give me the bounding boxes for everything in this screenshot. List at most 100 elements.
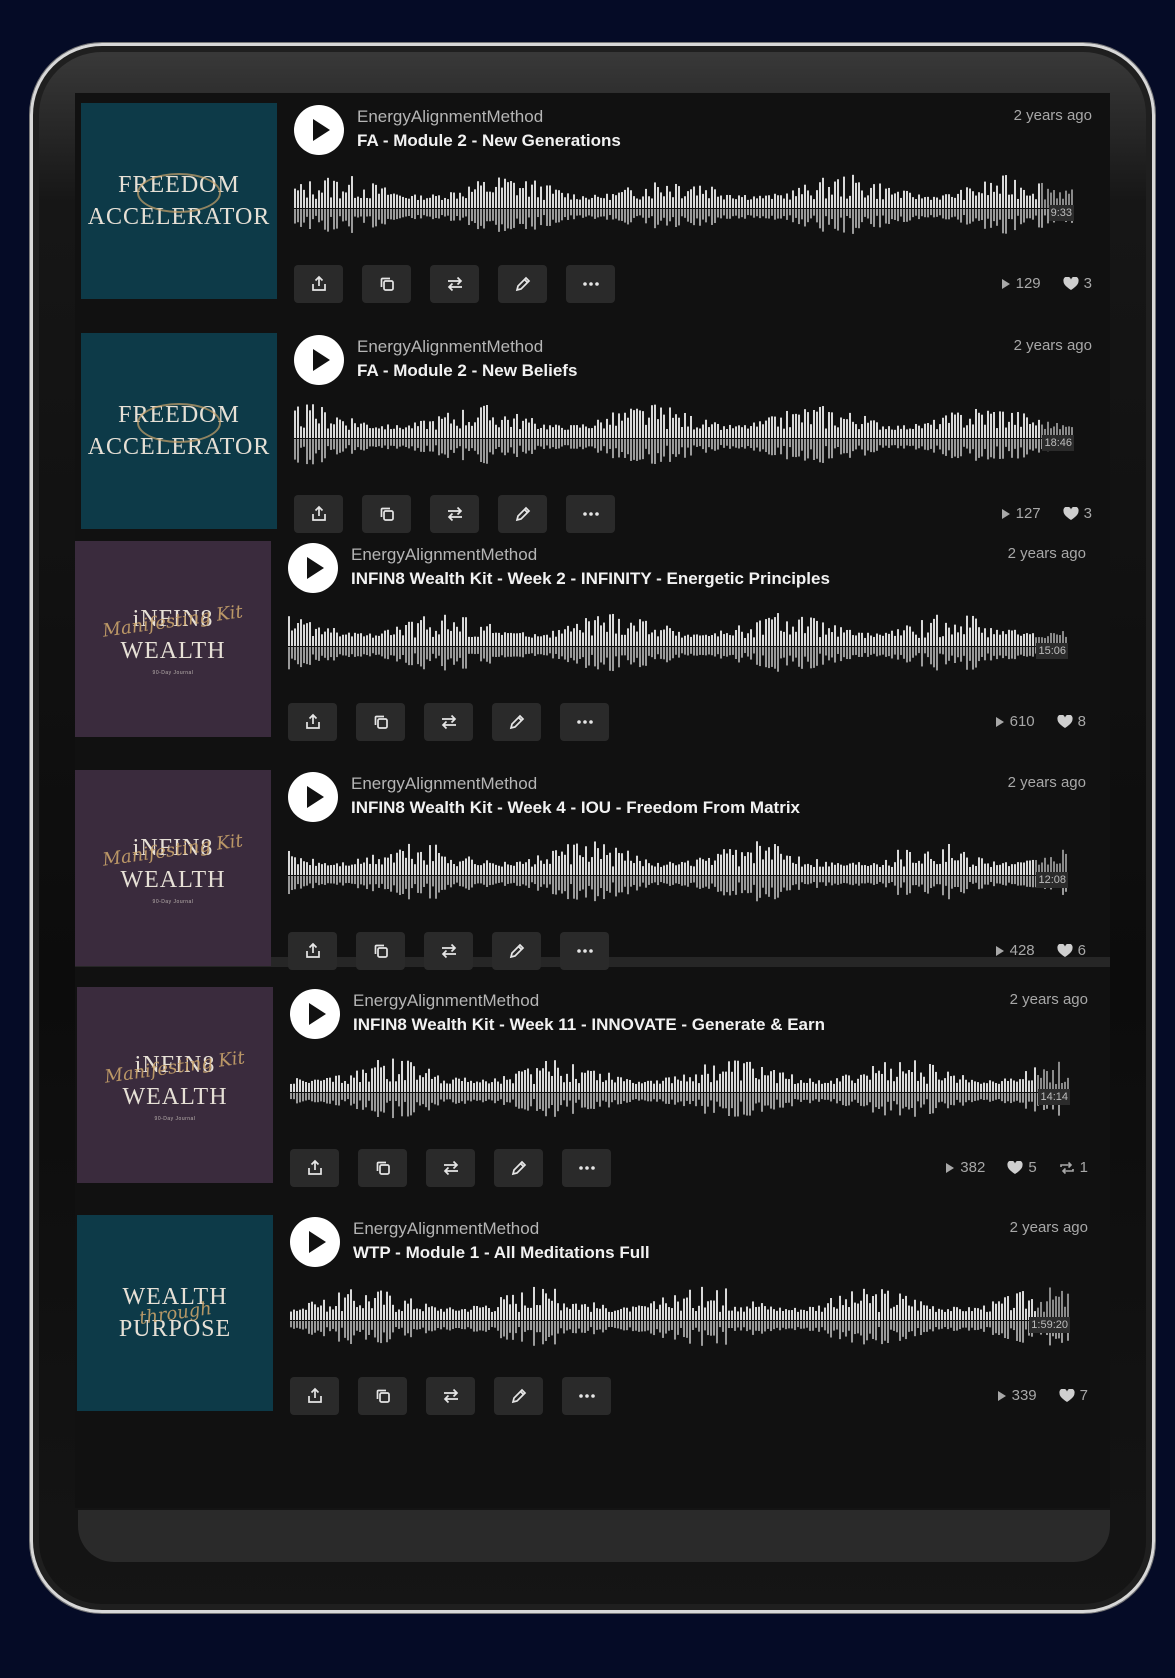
- track-stats: 339 7: [997, 1387, 1088, 1404]
- track-artwork[interactable]: Manifesting Kit iNFIN8 WEALTH 90-Day Jou…: [75, 541, 271, 737]
- copy-button[interactable]: [358, 1149, 407, 1187]
- copy-icon: [376, 1161, 390, 1175]
- repost-button[interactable]: [430, 495, 479, 533]
- play-button[interactable]: [288, 543, 338, 593]
- play-icon: [307, 786, 324, 808]
- copy-button[interactable]: [356, 703, 405, 741]
- track-actions: [288, 703, 609, 741]
- waveform[interactable]: [294, 173, 1074, 243]
- share-icon: [305, 942, 320, 958]
- waveform[interactable]: [290, 1285, 1070, 1355]
- track-title[interactable]: INFIN8 Wealth Kit - Week 11 - INNOVATE -…: [353, 1015, 825, 1035]
- track-title[interactable]: INFIN8 Wealth Kit - Week 2 - INFINITY - …: [351, 569, 830, 589]
- track-age: 2 years ago: [1007, 774, 1086, 791]
- play-count: 129: [1001, 275, 1041, 292]
- track-artist[interactable]: EnergyAlignmentMethod: [353, 1219, 539, 1239]
- track-artwork[interactable]: FREEDOM ACCELERATOR: [81, 333, 277, 529]
- track-title[interactable]: WTP - Module 1 - All Meditations Full: [353, 1243, 650, 1263]
- play-button[interactable]: [294, 105, 344, 155]
- copy-icon: [374, 715, 388, 729]
- edit-button[interactable]: [494, 1149, 543, 1187]
- track-artist[interactable]: EnergyAlignmentMethod: [357, 337, 543, 357]
- track-title[interactable]: FA - Module 2 - New Beliefs: [357, 361, 577, 381]
- repost-button[interactable]: [424, 932, 473, 970]
- share-button[interactable]: [294, 265, 343, 303]
- edit-button[interactable]: [492, 932, 541, 970]
- edit-button[interactable]: [498, 265, 547, 303]
- like-count[interactable]: 5: [1007, 1159, 1037, 1176]
- more-button[interactable]: [560, 932, 609, 970]
- share-button[interactable]: [288, 932, 337, 970]
- repost-count[interactable]: 1: [1059, 1159, 1088, 1176]
- like-count-value: 5: [1028, 1159, 1037, 1176]
- track-title[interactable]: FA - Module 2 - New Generations: [357, 131, 621, 151]
- more-icon: [582, 512, 599, 516]
- track-duration: 15:06: [1036, 643, 1068, 659]
- share-icon: [307, 1159, 322, 1175]
- track-title[interactable]: INFIN8 Wealth Kit - Week 4 - IOU - Freed…: [351, 798, 800, 818]
- more-icon: [576, 949, 593, 953]
- more-button[interactable]: [562, 1149, 611, 1187]
- track-duration: 9:33: [1048, 205, 1074, 221]
- play-count-value: 382: [960, 1159, 986, 1176]
- more-button[interactable]: [566, 265, 615, 303]
- track-artist[interactable]: EnergyAlignmentMethod: [351, 545, 537, 565]
- play-count-value: 610: [1009, 713, 1035, 730]
- track-artist[interactable]: EnergyAlignmentMethod: [351, 774, 537, 794]
- play-button[interactable]: [290, 989, 340, 1039]
- track-stats: 428 6: [995, 942, 1086, 959]
- play-count-value: 127: [1015, 505, 1041, 522]
- more-button[interactable]: [566, 495, 615, 533]
- track-item: FREEDOM ACCELERATOR EnergyAlignmentMetho…: [75, 323, 1110, 563]
- artwork-subtitle: 90-Day Journal: [152, 669, 194, 676]
- repost-icon: [447, 276, 462, 292]
- play-button[interactable]: [288, 772, 338, 822]
- share-button[interactable]: [290, 1149, 339, 1187]
- repost-button[interactable]: [426, 1149, 475, 1187]
- waveform[interactable]: [288, 611, 1068, 681]
- edit-button[interactable]: [492, 703, 541, 741]
- track-artist[interactable]: EnergyAlignmentMethod: [357, 107, 543, 127]
- play-button[interactable]: [290, 1217, 340, 1267]
- play-count-value: 428: [1009, 942, 1035, 959]
- more-button[interactable]: [560, 703, 609, 741]
- waveform[interactable]: [294, 403, 1074, 473]
- copy-button[interactable]: [362, 495, 411, 533]
- play-button[interactable]: [294, 335, 344, 385]
- like-count[interactable]: 3: [1063, 505, 1092, 522]
- track-age: 2 years ago: [1013, 107, 1092, 124]
- like-count[interactable]: 7: [1059, 1387, 1088, 1404]
- repost-button[interactable]: [426, 1377, 475, 1415]
- heart-icon: [1063, 276, 1079, 290]
- more-button[interactable]: [562, 1377, 611, 1415]
- like-count[interactable]: 3: [1063, 275, 1092, 292]
- copy-button[interactable]: [358, 1377, 407, 1415]
- like-count[interactable]: 8: [1057, 713, 1086, 730]
- edit-button[interactable]: [494, 1377, 543, 1415]
- share-button[interactable]: [290, 1377, 339, 1415]
- track-item: Manifesting Kit iNFIN8 WEALTH 90-Day Jou…: [75, 531, 1110, 771]
- copy-button[interactable]: [362, 265, 411, 303]
- play-count: 610: [995, 713, 1035, 730]
- waveform[interactable]: [290, 1057, 1070, 1127]
- copy-button[interactable]: [356, 932, 405, 970]
- share-button[interactable]: [294, 495, 343, 533]
- repost-button[interactable]: [430, 265, 479, 303]
- track-artwork[interactable]: through WEALTH PURPOSE: [77, 1215, 273, 1411]
- track-duration: 14:14: [1038, 1089, 1070, 1105]
- like-count[interactable]: 6: [1057, 942, 1086, 959]
- waveform[interactable]: [288, 840, 1068, 910]
- track-duration: 12:08: [1036, 872, 1068, 888]
- track-artwork[interactable]: Manifesting Kit iNFIN8 WEALTH 90-Day Jou…: [77, 987, 273, 1183]
- play-count-icon: [995, 945, 1004, 956]
- track-artist[interactable]: EnergyAlignmentMethod: [353, 991, 539, 1011]
- share-button[interactable]: [288, 703, 337, 741]
- play-icon: [313, 119, 330, 141]
- artwork-subtitle: 90-Day Journal: [154, 1115, 196, 1122]
- track-artwork[interactable]: Manifesting Kit iNFIN8 WEALTH 90-Day Jou…: [75, 770, 271, 966]
- edit-button[interactable]: [498, 495, 547, 533]
- repost-button[interactable]: [424, 703, 473, 741]
- track-artwork[interactable]: FREEDOM ACCELERATOR: [81, 103, 277, 299]
- track-actions: [290, 1377, 611, 1415]
- track-item: FREEDOM ACCELERATOR EnergyAlignmentMetho…: [75, 93, 1110, 333]
